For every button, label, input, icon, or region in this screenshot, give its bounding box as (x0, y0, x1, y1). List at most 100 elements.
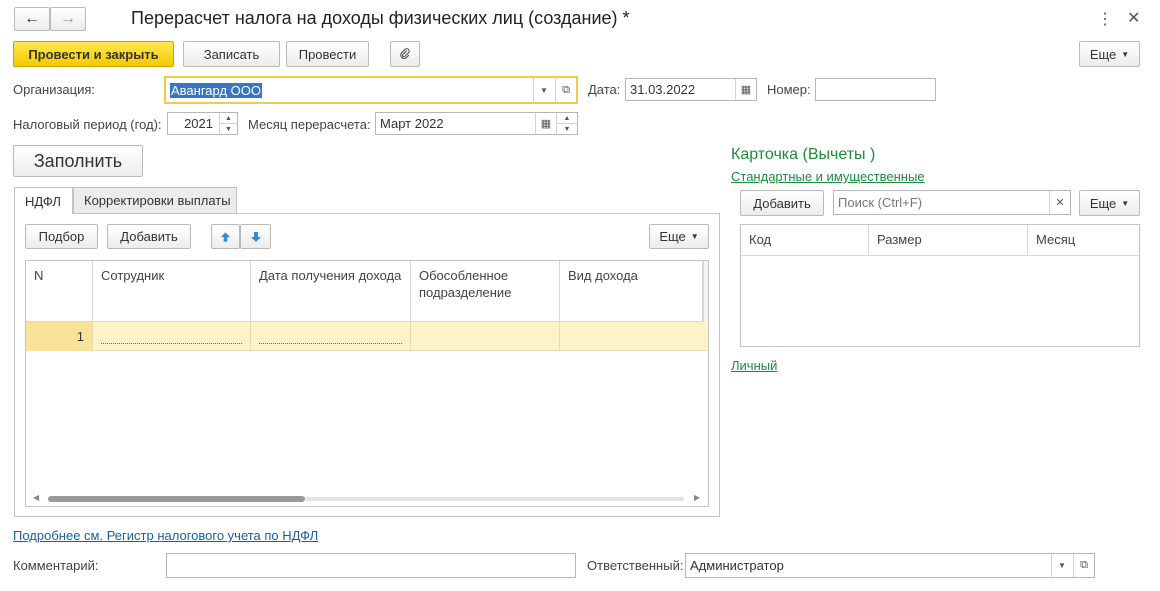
tax-period-label: Налоговый период (год): (13, 117, 162, 132)
column-header-income-date[interactable]: Дата получения дохода (251, 261, 411, 321)
deductions-grid: Код Размер Месяц (740, 224, 1140, 347)
arrow-left-icon: ← (24, 10, 40, 27)
income-date-cell[interactable] (251, 322, 411, 351)
tax-period-field[interactable]: 2021 ▲ ▼ (167, 112, 238, 135)
open-window-icon: ⧉ (1080, 559, 1088, 571)
table-more-button[interactable]: Еще ▼ (649, 224, 709, 249)
date-field[interactable]: 31.03.2022 ▦ (625, 78, 757, 101)
move-down-button[interactable] (240, 224, 271, 249)
more-vert-icon[interactable]: ⋮ (1097, 9, 1113, 29)
column-header-n[interactable]: N (26, 261, 93, 321)
recalc-month-field[interactable]: Март 2022 ▦ ▲ ▼ (375, 112, 578, 135)
tab-ndfl[interactable]: НДФЛ (14, 187, 73, 214)
ndfl-register-link[interactable]: Подробнее см. Регистр налогового учета п… (13, 528, 318, 543)
tab-payment-corrections[interactable]: Корректировки выплаты (73, 187, 237, 213)
pick-button[interactable]: Подбор (25, 224, 98, 249)
row-number-cell: 1 (26, 322, 93, 351)
spin-up-icon[interactable]: ▲ (557, 113, 577, 124)
column-header-month[interactable]: Месяц (1028, 225, 1139, 255)
spin-down-icon[interactable]: ▼ (220, 124, 237, 134)
open-window-icon: ⧉ (562, 83, 570, 96)
caret-down-icon: ▼ (690, 232, 699, 241)
scrollbar-thumb[interactable] (48, 496, 305, 502)
card-search-field[interactable]: ✕ (833, 190, 1071, 215)
card-add-button[interactable]: Добавить (740, 190, 824, 216)
recalc-month-label: Месяц перерасчета: (248, 117, 371, 132)
number-field[interactable] (815, 78, 936, 101)
column-header-code[interactable]: Код (741, 225, 869, 255)
comment-field[interactable] (166, 553, 576, 578)
column-header-size[interactable]: Размер (869, 225, 1028, 255)
required-underline (101, 343, 242, 344)
clear-search-button[interactable]: ✕ (1049, 191, 1070, 214)
forward-button[interactable]: → (50, 7, 86, 31)
calendar-icon: ▦ (740, 84, 752, 96)
clear-icon: ✕ (1055, 197, 1065, 209)
income-type-cell[interactable] (560, 322, 703, 351)
tax-period-value: 2021 (184, 116, 213, 131)
column-header-division[interactable]: Обособленное подразделение (411, 261, 560, 321)
move-up-button[interactable] (211, 224, 240, 249)
recalc-month-value: Март 2022 (380, 116, 444, 131)
calendar-button[interactable]: ▦ (735, 79, 756, 100)
scrollbar-track (305, 497, 684, 501)
attach-button[interactable] (390, 41, 420, 67)
spin-up-icon[interactable]: ▲ (220, 113, 237, 124)
post-and-close-button[interactable]: Провести и закрыть (13, 41, 174, 67)
more-button[interactable]: Еще ▼ (1079, 41, 1140, 67)
dropdown-button[interactable]: ▼ (1051, 554, 1072, 577)
card-search-input[interactable] (838, 195, 1038, 210)
division-cell[interactable] (411, 322, 560, 351)
number-label: Номер: (767, 82, 811, 97)
more-label: Еще (659, 229, 686, 244)
back-button[interactable]: ← (14, 7, 50, 31)
organization-label: Организация: (13, 82, 96, 97)
card-title: Карточка (Вычеты ) (731, 146, 876, 163)
more-label: Еще (1089, 195, 1117, 211)
open-button[interactable]: ⧉ (555, 78, 576, 102)
scroll-left-icon[interactable]: ◀ (33, 493, 39, 502)
arrow-down-icon (250, 231, 261, 242)
dropdown-button[interactable]: ▼ (533, 78, 554, 102)
more-label: Еще (1089, 46, 1117, 62)
add-row-button[interactable]: Добавить (107, 224, 191, 249)
caret-down-icon: ▼ (1121, 49, 1130, 59)
close-icon[interactable]: ✕ (1127, 8, 1140, 28)
tax-period-spinner[interactable]: ▲ ▼ (219, 113, 237, 134)
responsible-label: Ответственный: (587, 558, 684, 573)
save-button[interactable]: Записать (183, 41, 280, 67)
date-value: 31.03.2022 (630, 82, 696, 97)
employee-cell[interactable] (93, 322, 251, 351)
organization-field[interactable]: Авангард ООО ▼ ⧉ (164, 76, 578, 104)
standard-deductions-link[interactable]: Стандартные и имущественные (731, 169, 925, 184)
organization-value: Авангард ООО (170, 82, 262, 98)
paperclip-icon (400, 48, 410, 59)
arrow-up-icon (220, 231, 231, 242)
vertical-scrollbar[interactable] (703, 261, 708, 322)
tab-panel: Подбор Добавить Еще ▼ N Сотрудник Дата п… (14, 213, 720, 517)
required-underline (259, 343, 402, 344)
recalc-month-spinner[interactable]: ▲ ▼ (556, 113, 577, 134)
responsible-value: Администратор (690, 558, 784, 573)
comment-label: Комментарий: (13, 558, 99, 573)
calendar-icon: ▦ (540, 118, 552, 130)
column-header-employee[interactable]: Сотрудник (93, 261, 251, 321)
caret-down-icon: ▼ (540, 85, 548, 95)
calendar-button[interactable]: ▦ (535, 113, 556, 134)
grid-header: Код Размер Месяц (741, 225, 1139, 256)
table-header: N Сотрудник Дата получения дохода Обособ… (26, 261, 708, 322)
open-button[interactable]: ⧉ (1073, 554, 1094, 577)
card-more-button[interactable]: Еще ▼ (1079, 190, 1140, 216)
responsible-field[interactable]: Администратор ▼ ⧉ (685, 553, 1095, 578)
row-number: 1 (76, 329, 84, 344)
spin-down-icon[interactable]: ▼ (557, 124, 577, 134)
scroll-right-icon[interactable]: ▶ (694, 493, 700, 502)
ndfl-table: N Сотрудник Дата получения дохода Обособ… (25, 260, 709, 507)
post-button[interactable]: Провести (286, 41, 369, 67)
fill-button[interactable]: Заполнить (13, 145, 143, 177)
table-row[interactable]: 1 (26, 322, 708, 351)
horizontal-scrollbar[interactable]: ◀ ▶ (26, 492, 708, 506)
column-header-income-type[interactable]: Вид дохода (560, 261, 703, 321)
personal-deductions-link[interactable]: Личный (731, 358, 777, 373)
caret-down-icon: ▼ (1058, 561, 1066, 570)
